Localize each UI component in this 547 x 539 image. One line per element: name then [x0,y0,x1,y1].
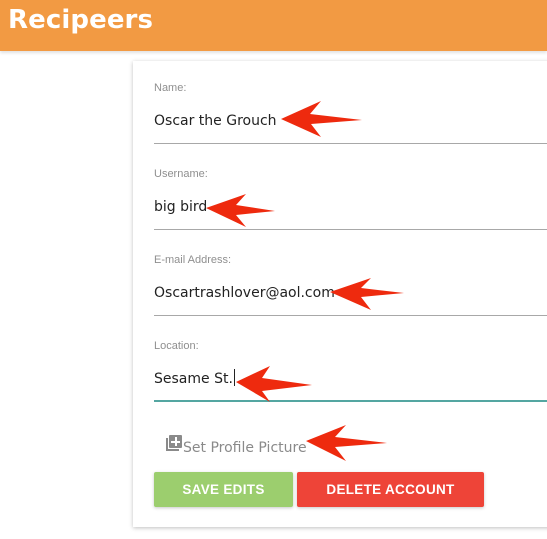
location-field-text: Sesame St. [154,371,233,387]
name-label: Name: [154,82,187,94]
set-profile-picture-button[interactable]: Set Profile Picture [166,434,307,456]
location-label: Location: [154,340,199,352]
profile-edit-card: Name: Oscar the Grouch Username: big bir… [133,61,547,527]
username-label: Username: [154,168,208,180]
save-edits-button[interactable]: SAVE EDITS [154,472,293,507]
add-photo-icon [166,435,182,451]
username-field[interactable]: big bird [154,196,534,218]
location-field[interactable]: Sesame St. [154,368,534,390]
name-field-underline [154,143,547,144]
email-field[interactable]: Oscartrashlover@aol.com [154,282,534,304]
name-field[interactable]: Oscar the Grouch [154,110,534,132]
text-cursor [233,369,235,386]
app-header: Recipeers [0,0,547,51]
set-profile-picture-label: Set Profile Picture [183,440,307,456]
email-field-underline [154,315,547,316]
delete-account-button[interactable]: DELETE ACCOUNT [297,472,484,507]
app-title: Recipeers [8,5,154,35]
username-field-underline [154,229,547,230]
location-field-underline [154,400,547,402]
email-label: E-mail Address: [154,254,232,266]
